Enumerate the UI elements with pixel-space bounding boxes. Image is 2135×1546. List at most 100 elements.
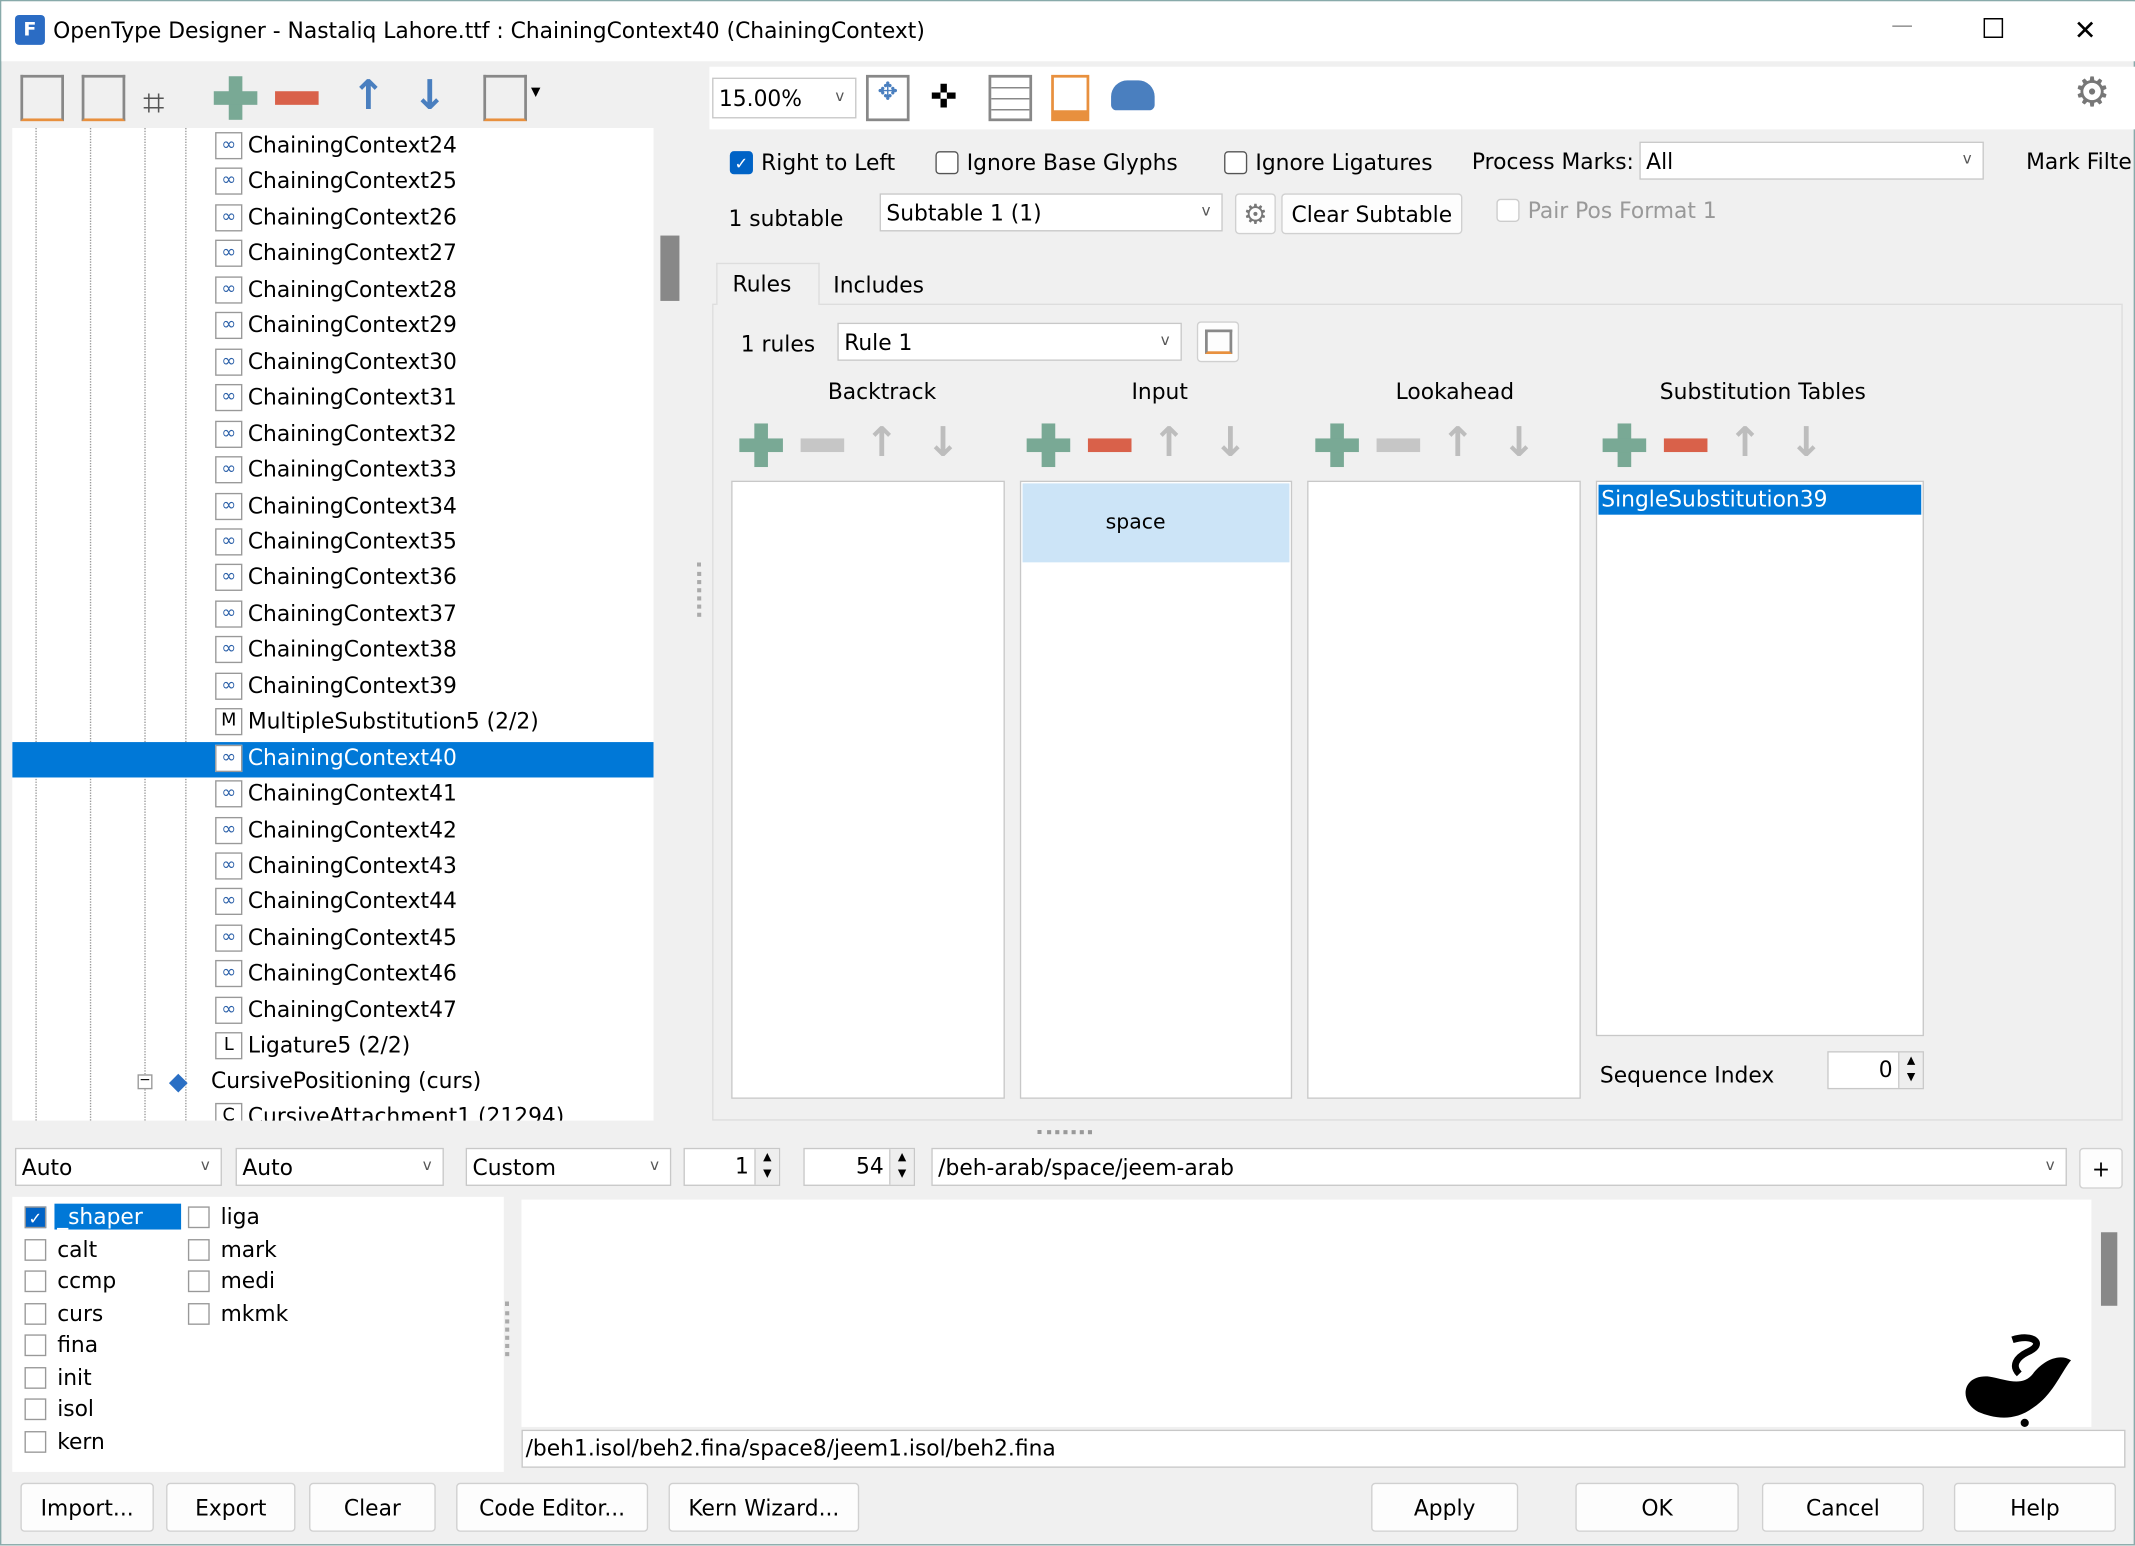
edit-pen-icon[interactable] [1051,74,1090,122]
add-icon[interactable] [213,76,258,120]
glyph-grid-icon[interactable] [988,74,1033,122]
process-marks-combo[interactable]: All v [1639,141,1984,180]
lookahead-add-icon[interactable] [1315,423,1359,468]
feature-checkbox[interactable] [24,1238,47,1261]
clear-subtable-button[interactable]: Clear Subtable [1281,193,1463,235]
backtrack-up-icon[interactable]: ↑ [865,423,899,464]
preview-scrollbar[interactable] [2098,1200,2120,1427]
backtrack-remove-icon[interactable] [800,438,845,453]
tree-item[interactable]: M MultipleSubstitution5 (2/2) [12,706,653,741]
splitter-handle[interactable] [697,562,702,617]
lookahead-up-icon[interactable]: ↑ [1441,423,1475,464]
move-up-icon[interactable]: ↑ [351,76,385,117]
settings-gear-icon[interactable]: ⚙ [2074,69,2111,117]
tree-scrollbar[interactable] [660,128,680,1121]
dropdown-arrow-icon[interactable]: ▼ [531,86,540,100]
backtrack-down-icon[interactable]: ↓ [926,423,960,464]
input-up-icon[interactable]: ↑ [1152,423,1186,464]
tree-item[interactable]: ∞ ChainingContext36 [12,562,653,597]
tree-item[interactable]: ∞ ChainingContext43 [12,850,653,885]
start-spinner[interactable]: 1 ▲ ▼ [683,1147,781,1186]
import-button[interactable]: Import... [20,1482,154,1532]
features-splitter[interactable] [505,1301,510,1357]
feature-checkbox[interactable] [24,1334,47,1357]
tree-item[interactable]: C CursiveAttachment1 (21294) [12,1100,653,1121]
tree-item[interactable]: ∞ ChainingContext30 [12,345,653,380]
tree-item[interactable]: ∞ ChainingContext26 [12,201,653,236]
ignore-base-glyphs-checkbox[interactable] [935,151,959,175]
tree-item[interactable]: ∞ ChainingContext24 [12,129,653,164]
tree-item[interactable]: ∞ ChainingContext42 [12,814,653,849]
remove-icon[interactable] [275,91,319,105]
export-button[interactable]: Export [166,1482,296,1532]
binoculars-icon[interactable]: ⌗ [143,80,164,126]
maximize-button[interactable]: ☐ [1981,12,2005,45]
substitution-up-icon[interactable]: ↑ [1728,423,1762,464]
rule-combo[interactable]: Rule 1v [837,322,1182,361]
tree-item[interactable]: ∞ ChainingContext44 [12,886,653,921]
lookahead-down-icon[interactable]: ↓ [1502,423,1536,464]
kern-wizard-button[interactable]: Kern Wizard... [668,1482,860,1532]
ok-button[interactable]: OK [1575,1482,1739,1532]
cloud-icon[interactable] [1111,80,1155,111]
tree-item[interactable]: ∞ ChainingContext39 [12,670,653,705]
mode-combo[interactable]: Custom v [465,1147,672,1186]
language-combo[interactable]: Auto v [235,1147,444,1186]
minimize-button[interactable]: — [1891,12,1913,38]
backtrack-list[interactable] [731,480,1005,1099]
lookup-tree[interactable]: ∞ ChainingContext24 ∞ ChainingContext25 ∞ Cha… [12,127,654,1121]
lookup-preview-icon[interactable] [20,74,64,122]
tree-item[interactable]: ∞ ChainingContext47 [12,994,653,1029]
tree-item[interactable]: ∞ ChainingContext33 [12,453,653,488]
input-list[interactable]: space [1019,480,1293,1099]
feature-checkbox[interactable]: ✓ [24,1206,47,1229]
scrollbar-thumb[interactable] [660,235,680,301]
tree-item[interactable]: ∞ ChainingContext41 [12,778,653,813]
tree-item[interactable]: ∞ ChainingContext31 [12,381,653,416]
preview-text-combo[interactable]: /beh-arab/space/jeem-arab v [931,1147,2067,1186]
input-add-icon[interactable] [1026,423,1071,468]
tree-item[interactable]: ∞ ChainingContext46 [12,958,653,993]
tree-item[interactable]: ∞ ChainingContext34 [12,489,653,524]
lookahead-list[interactable] [1307,480,1581,1099]
feature-checkbox[interactable] [187,1238,210,1261]
tree-item[interactable]: ∞ ChainingContext25 [12,165,653,200]
right-to-left-checkbox[interactable]: ✓ [729,151,753,175]
subtable-combo[interactable]: Subtable 1 (1) v [879,193,1223,232]
substitution-down-icon[interactable]: ↓ [1789,423,1823,464]
pair-pos-format-checkbox[interactable] [1496,198,1520,222]
tab-includes[interactable]: Includes [820,268,930,305]
horizontal-splitter[interactable] [1037,1130,1093,1135]
feature-checkbox[interactable] [24,1302,47,1325]
fit-view-icon[interactable]: ✥ [865,74,910,122]
rule-table-button[interactable] [1196,321,1240,363]
lookup-menu-icon[interactable] [483,74,527,122]
backtrack-add-icon[interactable] [739,423,783,468]
tree-item[interactable]: ∞ ChainingContext40 [12,741,654,777]
clear-button[interactable]: Clear [309,1482,436,1532]
scrollbar-thumb[interactable] [2100,1232,2118,1306]
substitution-list[interactable]: SingleSubstitution39 [1595,480,1924,1037]
tree-item[interactable]: L Ligature5 (2/2) [12,1030,653,1065]
lookup-search-icon[interactable] [81,74,126,122]
feature-checkbox[interactable] [187,1302,210,1325]
tree-feature-node[interactable]: − ◆ CursivePositioning (curs) [12,1065,653,1100]
tree-item[interactable]: ∞ ChainingContext35 [12,525,653,560]
size-spinner[interactable]: 54 ▲ ▼ [803,1147,916,1186]
tree-item[interactable]: ∞ ChainingContext28 [12,273,653,308]
help-button[interactable]: Help [1953,1482,2116,1532]
tree-item[interactable]: ∞ ChainingContext37 [12,598,653,633]
tree-item[interactable]: ∞ ChainingContext32 [12,417,653,452]
tree-item[interactable]: ∞ ChainingContext27 [12,237,653,272]
glyph-output-field[interactable]: /beh1.isol/beh2.fina/space8/jeem1.isol/b… [521,1429,2126,1468]
input-remove-icon[interactable] [1087,438,1132,453]
sequence-index-spinner[interactable]: 0 ▲ ▼ [1827,1051,1924,1090]
crosshair-icon[interactable]: ✜ [930,78,957,116]
substitution-add-icon[interactable] [1602,423,1647,468]
feature-checkbox[interactable] [24,1398,47,1421]
tree-item[interactable]: ∞ ChainingContext29 [12,309,653,344]
tree-item[interactable]: ∞ ChainingContext38 [12,634,653,669]
zoom-combo[interactable]: 15.00% v [712,77,857,119]
substitution-item[interactable]: SingleSubstitution39 [1598,484,1922,515]
input-down-icon[interactable]: ↓ [1213,423,1247,464]
